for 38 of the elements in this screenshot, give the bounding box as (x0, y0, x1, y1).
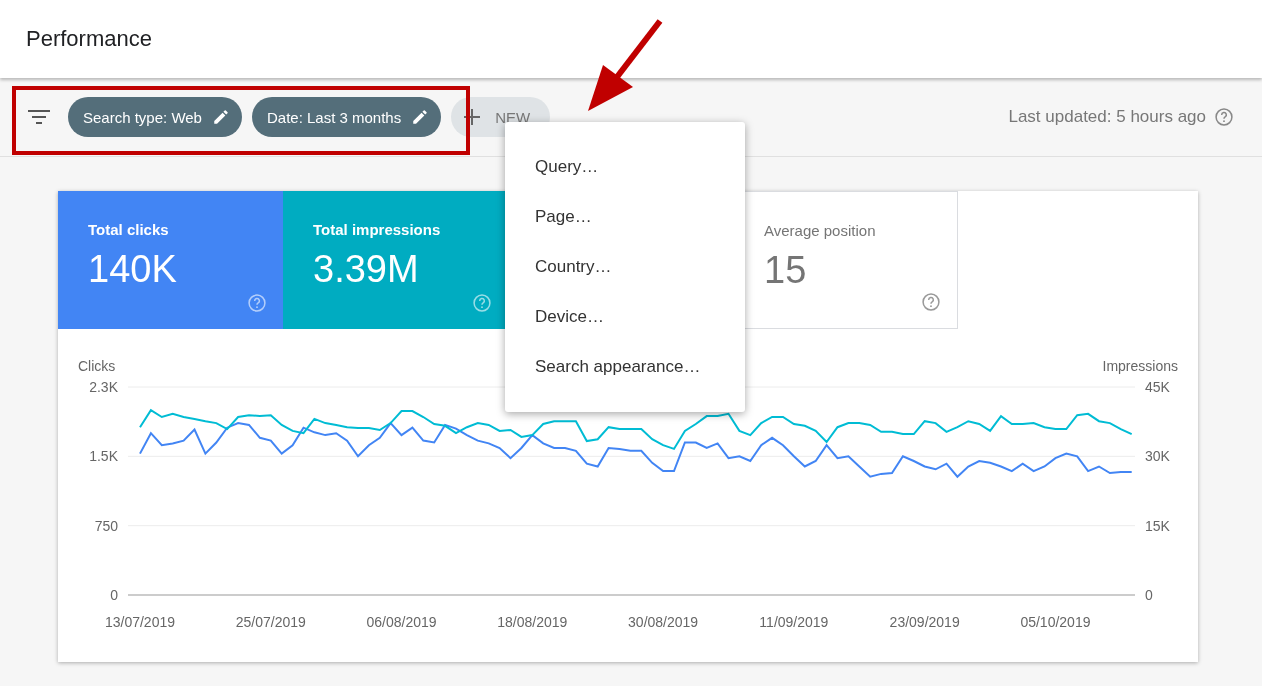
tick-label: 0 (1145, 587, 1153, 603)
tick-label: 15K (1145, 517, 1170, 534)
tick-label: 13/07/2019 (104, 614, 176, 630)
last-updated-text: Last updated: 5 hours ago (1008, 107, 1206, 127)
tick-label: 23/09/2019 (889, 614, 960, 630)
metric-label: Total clicks (88, 221, 170, 238)
metric-value: 140K (88, 248, 178, 291)
filter-icon[interactable] (28, 109, 50, 125)
tick-label: 05/10/2019 (1020, 614, 1091, 630)
tick-label: 06/08/2019 (366, 614, 437, 630)
pencil-icon (211, 108, 230, 126)
axis-title: Clicks (78, 358, 116, 374)
tick-label: 25/07/2019 (235, 614, 306, 630)
tick-label: 2.3K (89, 379, 118, 395)
pencil-icon (411, 108, 430, 126)
tick-label: 30K (1145, 448, 1170, 465)
metric-label: Total impressions (313, 221, 442, 238)
menu-item[interactable]: Query… (505, 142, 745, 192)
plus-icon (463, 108, 482, 126)
help-icon[interactable] (921, 292, 941, 312)
menu-item[interactable]: Search appearance… (505, 342, 745, 392)
help-icon[interactable] (1214, 107, 1234, 127)
axis-title: Impressions (1102, 358, 1178, 374)
tick-label: 750 (94, 517, 118, 534)
metric-value: 15 (764, 249, 808, 292)
tick-label: 11/09/2019 (759, 614, 829, 630)
metric-tile[interactable]: Total impressions 3.39M (283, 191, 508, 329)
filter-chip[interactable]: Search type: Web (68, 97, 242, 137)
metric-label: Average position (764, 222, 877, 239)
metric-tile[interactable]: Total clicks 140K (58, 191, 283, 329)
metric-value: 3.39M (313, 248, 420, 291)
tick-label: 1.5K (89, 448, 118, 465)
page-title: Performance (26, 26, 152, 52)
tick-label: 45K (1145, 379, 1170, 395)
filter-chip[interactable]: Date: Last 3 months (251, 97, 442, 137)
tick-label: 18/08/2019 (497, 614, 568, 630)
tick-label: 30/08/2019 (628, 614, 699, 630)
tick-label: 0 (110, 587, 118, 603)
